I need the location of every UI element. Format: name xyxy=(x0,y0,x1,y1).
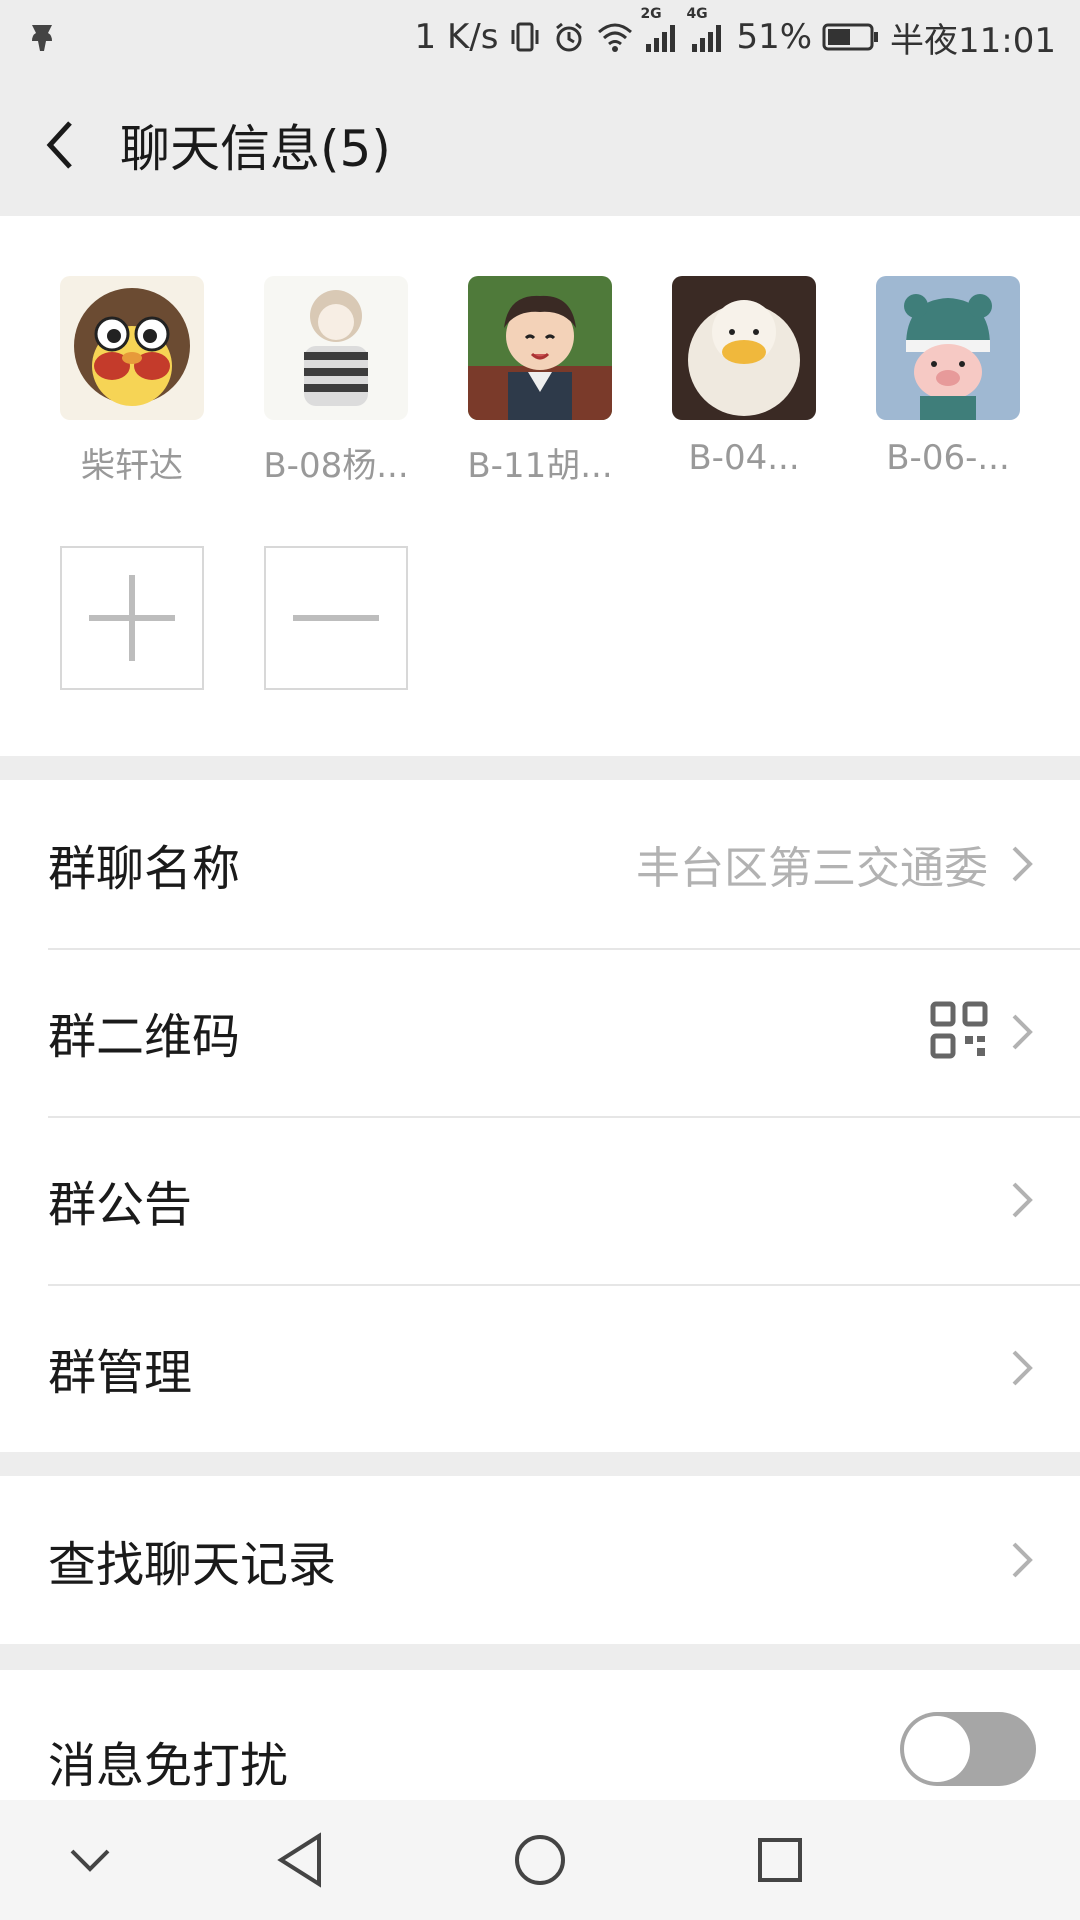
avatar-white-duck-icon xyxy=(672,276,816,420)
search-history-row[interactable]: 查找聊天记录 xyxy=(0,1476,1080,1644)
group-settings-section: 群聊名称 丰台区第三交通委 群二维码 群公告 群管理 xyxy=(0,780,1080,1452)
nav-home-button[interactable] xyxy=(480,1800,600,1920)
member-name: 柴轩达 xyxy=(81,446,183,486)
signal-4g-icon: 4G xyxy=(686,6,726,54)
chevron-right-icon xyxy=(1008,1538,1036,1582)
alarm-icon xyxy=(552,20,586,54)
square-recents-icon xyxy=(758,1838,802,1882)
vibrate-icon xyxy=(508,20,542,54)
battery-percent: 51% xyxy=(736,17,813,57)
triangle-back-icon xyxy=(277,1832,321,1888)
member-item[interactable]: B-11胡... xyxy=(467,276,613,487)
hide-nav-button[interactable] xyxy=(30,1800,150,1920)
member-item[interactable]: B-06-... xyxy=(876,276,1020,478)
clock: 半夜11:01 xyxy=(890,20,1056,61)
group-notice-label: 群公告 xyxy=(48,1177,193,1233)
group-qr-row[interactable]: 群二维码 xyxy=(0,948,1080,1116)
group-name-label: 群聊名称 xyxy=(48,841,241,897)
page-title: 聊天信息(5) xyxy=(120,120,391,178)
member-item[interactable]: B-04... xyxy=(672,276,816,478)
search-history-label: 查找聊天记录 xyxy=(48,1537,337,1593)
group-manage-row[interactable]: 群管理 xyxy=(0,1284,1080,1452)
nav-back-button[interactable] xyxy=(240,1800,360,1920)
notification-section: 消息免打扰 xyxy=(0,1670,1080,1800)
chevron-down-icon xyxy=(70,1849,110,1872)
chevron-right-icon xyxy=(1008,1346,1036,1390)
minus-icon xyxy=(293,615,379,621)
group-qr-label: 群二维码 xyxy=(48,1009,241,1065)
top-bar: 聊天信息(5) xyxy=(0,74,1080,216)
chevron-right-icon xyxy=(1008,1010,1036,1054)
nav-recents-button[interactable] xyxy=(720,1800,840,1920)
avatar-curly-hair-duck-icon xyxy=(60,276,204,420)
circle-home-icon xyxy=(515,1835,565,1885)
avatar-sketch-boy-icon xyxy=(264,276,408,420)
member-name: B-04... xyxy=(688,438,800,478)
member-grid: 柴轩达 B-08杨... B-11胡... B-04... B-06-... xyxy=(0,216,1080,756)
member-name: B-08杨... xyxy=(263,446,409,486)
system-nav-bar xyxy=(0,1800,1080,1920)
chevron-right-icon xyxy=(1008,842,1036,886)
avatar-pig-hat-icon xyxy=(876,276,1020,420)
add-member-button[interactable] xyxy=(60,546,204,690)
chevron-right-icon xyxy=(1008,1178,1036,1222)
qr-code-icon xyxy=(930,1001,988,1063)
member-name: B-06-... xyxy=(886,438,1010,478)
mute-row: 消息免打扰 xyxy=(0,1670,1080,1800)
group-name-value: 丰台区第三交通委 xyxy=(636,843,988,894)
group-name-row[interactable]: 群聊名称 丰台区第三交通委 xyxy=(0,780,1080,948)
chat-info-screen: 1 K/s 2G 4G 51% 半夜11:01 聊天信息(5) 柴轩达 B-08… xyxy=(0,0,1080,1920)
network-speed: 1 K/s xyxy=(414,17,499,57)
battery-icon xyxy=(822,22,880,52)
mute-toggle[interactable] xyxy=(900,1712,1036,1786)
mute-label: 消息免打扰 xyxy=(48,1738,289,1794)
member-item[interactable]: B-08杨... xyxy=(263,276,409,487)
status-bar: 1 K/s 2G 4G 51% 半夜11:01 xyxy=(0,0,1080,74)
avatar-anime-boy-icon xyxy=(468,276,612,420)
toggle-knob xyxy=(904,1716,970,1782)
member-item[interactable]: 柴轩达 xyxy=(60,276,204,487)
search-section: 查找聊天记录 xyxy=(0,1476,1080,1644)
notification-icon xyxy=(24,19,60,55)
group-notice-row[interactable]: 群公告 xyxy=(0,1116,1080,1284)
back-arrow-icon xyxy=(46,121,72,169)
member-name: B-11胡... xyxy=(467,446,613,486)
plus-icon xyxy=(89,575,175,661)
back-button[interactable] xyxy=(10,74,110,216)
remove-member-button[interactable] xyxy=(264,546,408,690)
signal-2g-icon: 2G xyxy=(640,6,680,54)
group-manage-label: 群管理 xyxy=(48,1345,193,1401)
wifi-icon xyxy=(596,20,634,54)
